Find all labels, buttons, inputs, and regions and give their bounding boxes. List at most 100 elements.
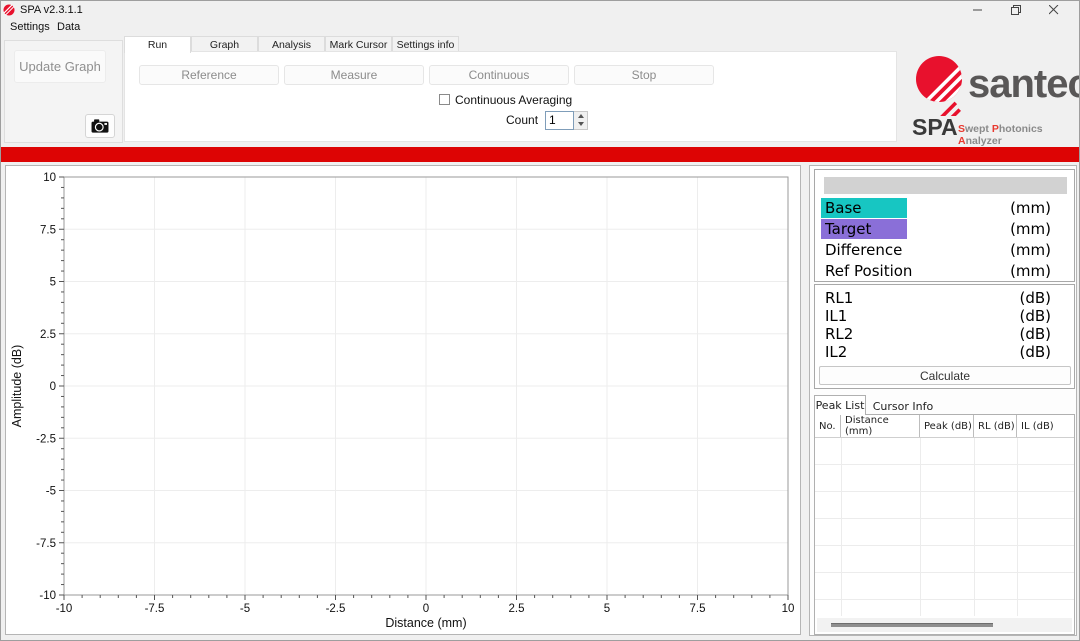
svg-text:Distance (mm): Distance (mm)	[385, 616, 466, 630]
target-unit: (mm)	[1010, 219, 1051, 239]
position-box: Base (mm) Target (mm) Difference (mm) Re…	[814, 169, 1075, 282]
measure-button[interactable]: Measure	[284, 65, 424, 85]
santec-ball-icon	[906, 54, 966, 116]
svg-text:-2.5: -2.5	[326, 603, 346, 615]
stop-button[interactable]: Stop	[574, 65, 714, 85]
svg-text:-5: -5	[46, 486, 56, 498]
count-spinner	[574, 111, 588, 130]
window-title: SPA v2.3.1.1	[20, 4, 83, 16]
calculate-button[interactable]: Calculate	[819, 366, 1071, 385]
close-button[interactable]	[1037, 1, 1071, 19]
svg-text:Amplitude (dB): Amplitude (dB)	[10, 345, 24, 428]
continuous-button[interactable]: Continuous	[429, 65, 569, 85]
count-label: Count	[506, 113, 538, 127]
minimize-icon	[973, 5, 983, 15]
minimize-button[interactable]	[961, 1, 995, 19]
svg-text:2.5: 2.5	[40, 329, 56, 341]
count-row: Count	[506, 110, 588, 130]
update-graph-button[interactable]: Update Graph	[14, 50, 106, 83]
il2-row: IL2 (dB)	[815, 343, 1074, 361]
svg-text:5: 5	[604, 603, 610, 615]
product-text: SPA	[912, 114, 958, 141]
rl1-label: RL1	[825, 289, 853, 307]
control-panel: Update Graph	[4, 40, 123, 143]
tab-peak-list[interactable]: Peak List	[814, 395, 866, 415]
il2-unit: (dB)	[1019, 343, 1051, 361]
tab-strip: Run Graph Analysis Mark Cursor Settings …	[124, 36, 459, 52]
ref-position-row: Ref Position (mm)	[815, 261, 1074, 282]
count-spinner-up[interactable]	[574, 112, 587, 121]
menu-data[interactable]: Data	[53, 20, 84, 34]
svg-text:5: 5	[50, 277, 56, 289]
peak-list-table: No. Distance (mm) Peak (dB) RL (dB) IL (…	[814, 414, 1075, 635]
base-label: Base	[821, 198, 907, 218]
tagline-text: Swept Photonics Analyzer	[958, 123, 1076, 147]
base-unit: (mm)	[1010, 198, 1051, 218]
restore-icon	[1011, 5, 1021, 15]
window-titlebar: SPA v2.3.1.1	[1, 1, 1079, 19]
santec-logo: santec SPA Swept Photonics Analyzer	[906, 54, 1076, 142]
difference-unit: (mm)	[1010, 240, 1051, 260]
svg-text:10: 10	[782, 603, 795, 615]
svg-text:-2.5: -2.5	[36, 433, 56, 445]
svg-text:2.5: 2.5	[509, 603, 525, 615]
horizontal-scrollbar[interactable]	[817, 618, 1072, 632]
reference-button[interactable]: Reference	[139, 65, 279, 85]
svg-text:10: 10	[43, 172, 56, 184]
menu-settings[interactable]: Settings	[6, 20, 54, 34]
column-header-no: No.	[815, 415, 841, 437]
amplitude-distance-chart: -10-7.5-5-2.502.557.510107.552.50-2.5-5-…	[6, 166, 800, 634]
il1-label: IL1	[825, 307, 847, 325]
svg-text:0: 0	[50, 381, 56, 393]
column-divider	[974, 438, 975, 616]
rl2-label: RL2	[825, 325, 853, 343]
measurement-panel: Base (mm) Target (mm) Difference (mm) Re…	[809, 165, 1077, 636]
table-row	[815, 519, 1074, 546]
ref-position-unit: (mm)	[1010, 261, 1051, 281]
difference-label: Difference	[821, 240, 907, 260]
peak-table-header: No. Distance (mm) Peak (dB) RL (dB) IL (…	[815, 415, 1074, 438]
tab-run[interactable]: Run	[124, 36, 191, 53]
tab-graph[interactable]: Graph	[191, 36, 258, 52]
close-icon	[1049, 5, 1059, 15]
svg-text:-10: -10	[39, 590, 56, 602]
column-divider	[1017, 438, 1018, 616]
svg-text:-5: -5	[240, 603, 250, 615]
ref-position-label: Ref Position	[821, 261, 912, 281]
accent-bar	[1, 147, 1080, 162]
svg-text:-10: -10	[56, 603, 73, 615]
continuous-averaging-row: Continuous Averaging	[439, 93, 572, 106]
il1-row: IL1 (dB)	[815, 307, 1074, 325]
tab-analysis[interactable]: Analysis	[258, 36, 325, 52]
column-header-il: IL (dB)	[1017, 415, 1074, 437]
svg-text:7.5: 7.5	[690, 603, 706, 615]
table-row	[815, 438, 1074, 465]
continuous-averaging-checkbox[interactable]	[439, 94, 450, 105]
menu-bar: Settings Data	[1, 19, 1079, 34]
maximize-button[interactable]	[999, 1, 1033, 19]
rl2-unit: (dB)	[1019, 325, 1051, 343]
chart-panel: -10-7.5-5-2.502.557.510107.552.50-2.5-5-…	[5, 165, 801, 635]
spinner-down-icon	[578, 122, 584, 126]
rl1-unit: (dB)	[1019, 289, 1051, 307]
tab-cursor-info[interactable]: Cursor Info	[868, 397, 938, 415]
table-row	[815, 546, 1074, 573]
continuous-averaging-label: Continuous Averaging	[455, 93, 572, 107]
scrollbar-thumb[interactable]	[831, 623, 993, 627]
column-divider	[841, 438, 842, 616]
spinner-up-icon	[578, 114, 584, 118]
svg-text:-7.5: -7.5	[36, 538, 56, 550]
il1-unit: (dB)	[1019, 307, 1051, 325]
loss-box: RL1 (dB) IL1 (dB) RL2 (dB) IL2 (dB) Calc…	[814, 284, 1075, 389]
tab-mark-cursor[interactable]: Mark Cursor	[325, 36, 392, 52]
column-header-peak: Peak (dB)	[920, 415, 974, 437]
column-header-rl: RL (dB)	[974, 415, 1017, 437]
table-row	[815, 573, 1074, 600]
count-input[interactable]	[545, 111, 574, 130]
table-row	[815, 492, 1074, 519]
count-spinner-down[interactable]	[574, 120, 587, 129]
rl2-row: RL2 (dB)	[815, 325, 1074, 343]
camera-button[interactable]	[85, 114, 115, 138]
svg-text:0: 0	[423, 603, 429, 615]
tab-settings-info[interactable]: Settings info	[392, 36, 459, 52]
